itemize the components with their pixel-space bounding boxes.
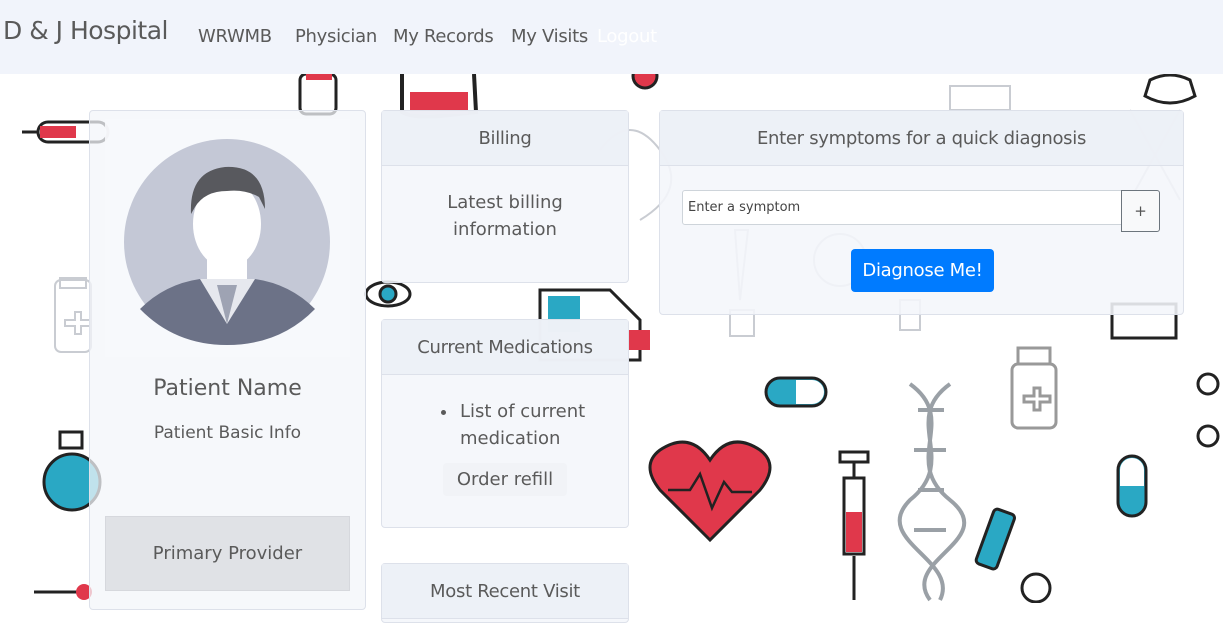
symptoms-header: Enter symptoms for a quick diagnosis <box>660 111 1183 166</box>
order-refill-button[interactable]: Order refill <box>442 463 568 496</box>
heart-icon <box>648 440 772 543</box>
nav-link-logout[interactable]: Logout <box>597 26 657 47</box>
current-medications-card: Current Medications List of current medi… <box>381 319 629 528</box>
medication-list: List of current medication <box>382 398 628 452</box>
pill-capsule-icon <box>1116 454 1148 518</box>
nav-link-wrwmb[interactable]: WRWMB <box>198 26 272 47</box>
patient-profile-card: Patient Name Patient Basic Info Primary … <box>89 110 366 610</box>
recent-visit-header: Most Recent Visit <box>382 564 628 619</box>
diagnose-button[interactable]: Diagnose Me! <box>851 249 994 292</box>
nav-link-my-visits[interactable]: My Visits <box>511 26 588 47</box>
billing-body: Latest billing information <box>447 192 563 240</box>
patient-name: Patient Name <box>153 376 302 401</box>
brand-logo[interactable]: D & J Hospital <box>3 16 168 45</box>
avatar-icon <box>124 139 330 345</box>
bottle-icon <box>298 72 338 116</box>
stethoscope-icon <box>974 507 1052 603</box>
syringe-icon <box>838 450 870 600</box>
billing-header: Billing <box>382 111 628 166</box>
patient-basic-info: Patient Basic Info <box>153 423 302 443</box>
medications-header: Current Medications <box>382 320 628 375</box>
billing-card: Billing Latest billing information <box>381 110 629 283</box>
nav-link-physician[interactable]: Physician <box>295 26 377 47</box>
avatar <box>105 119 350 357</box>
symptom-diagnosis-card: Enter symptoms for a quick diagnosis + D… <box>659 110 1184 315</box>
most-recent-visit-card: Most Recent Visit <box>381 563 629 623</box>
eye-icon <box>364 280 412 308</box>
symptom-input[interactable] <box>682 190 1122 225</box>
list-item: List of current medication <box>458 398 628 452</box>
primary-provider: Primary Provider <box>105 516 350 591</box>
add-symptom-button[interactable]: + <box>1121 190 1160 232</box>
pill-capsule-icon <box>764 376 828 408</box>
bottle-icon <box>1010 346 1058 430</box>
navbar: D & J Hospital WRWMB Physician My Record… <box>0 0 1223 74</box>
dna-icon <box>897 382 967 602</box>
symptom-input-group: + <box>682 190 1160 232</box>
nav-link-my-records[interactable]: My Records <box>393 26 494 47</box>
